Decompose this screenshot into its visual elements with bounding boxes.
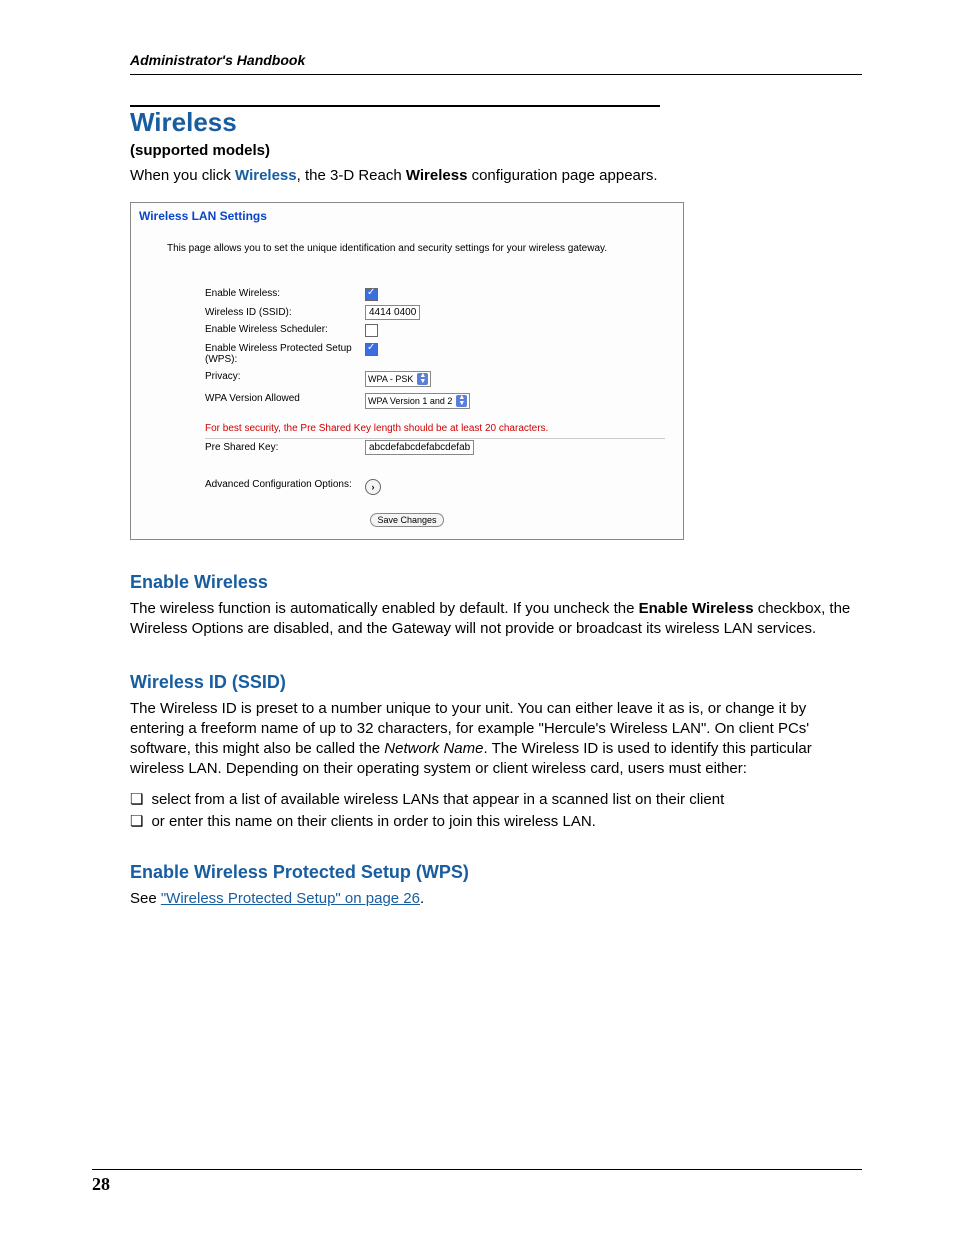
ssid-paragraph: The Wireless ID is preset to a number un… xyxy=(130,699,862,780)
header-rule xyxy=(130,74,862,75)
running-header: Administrator's Handbook xyxy=(130,52,862,68)
enable-wireless-checkbox[interactable] xyxy=(365,288,378,301)
page-subtitle: (supported models) xyxy=(130,142,862,159)
dropdown-arrows-icon: ▲▼ xyxy=(417,373,428,385)
scheduler-checkbox[interactable] xyxy=(365,324,378,337)
list-item: or enter this name on their clients in o… xyxy=(130,812,862,830)
wps-see-pre: See xyxy=(130,890,161,907)
ssid-bullet-list: select from a list of available wireless… xyxy=(130,790,862,830)
wireless-link[interactable]: Wireless xyxy=(235,167,297,184)
wps-see-link[interactable]: "Wireless Protected Setup" on page 26 xyxy=(161,890,420,907)
ssid-input[interactable]: 4414 0400 xyxy=(365,305,420,320)
settings-panel: Wireless LAN Settings This page allows y… xyxy=(130,202,684,540)
panel-description: This page allows you to set the unique i… xyxy=(131,243,683,254)
page-number: 28 xyxy=(92,1174,862,1195)
wpa-version-value: WPA Version 1 and 2 xyxy=(368,396,452,406)
ssid-label: Wireless ID (SSID): xyxy=(205,307,365,318)
enable-wireless-text: The wireless function is automatically e… xyxy=(130,599,862,640)
privacy-select[interactable]: WPA - PSK ▲▼ xyxy=(365,371,431,387)
wps-text: See "Wireless Protected Setup" on page 2… xyxy=(130,889,862,909)
advanced-expand-icon[interactable]: › xyxy=(365,479,381,495)
wps-heading: Enable Wireless Protected Setup (WPS) xyxy=(130,862,862,883)
dropdown-arrows-icon: ▲▼ xyxy=(456,395,467,407)
psk-input[interactable]: abcdefabcdefabcdefab xyxy=(365,440,474,455)
wpa-version-label: WPA Version Allowed xyxy=(205,393,365,404)
fields-container: Enable Wireless: Wireless ID (SSID): 441… xyxy=(205,288,665,495)
ssid-p1-italic: Network Name xyxy=(384,740,483,757)
list-item: select from a list of available wireless… xyxy=(130,790,862,808)
wpa-version-select[interactable]: WPA Version 1 and 2 ▲▼ xyxy=(365,393,470,409)
advanced-label: Advanced Configuration Options: xyxy=(205,479,365,490)
psk-warning: For best security, the Pre Shared Key le… xyxy=(205,423,665,434)
save-button[interactable]: Save Changes xyxy=(370,513,443,527)
ew-text-pre: The wireless function is automatically e… xyxy=(130,600,639,617)
ssid-heading: Wireless ID (SSID) xyxy=(130,672,862,693)
intro-pre: When you click xyxy=(130,167,235,184)
privacy-value: WPA - PSK xyxy=(368,374,413,384)
wps-see-post: . xyxy=(420,890,424,907)
privacy-label: Privacy: xyxy=(205,371,365,382)
page-title: Wireless xyxy=(130,107,862,138)
psk-label: Pre Shared Key: xyxy=(205,442,365,453)
scheduler-label: Enable Wireless Scheduler: xyxy=(205,324,365,335)
enable-wireless-label: Enable Wireless: xyxy=(205,288,365,299)
wps-label: Enable Wireless Protected Setup (WPS): xyxy=(205,343,365,365)
intro-mid: , the 3-D Reach xyxy=(297,167,406,184)
intro-paragraph: When you click Wireless, the 3-D Reach W… xyxy=(130,167,862,184)
ew-text-bold: Enable Wireless xyxy=(639,600,754,617)
intro-post: configuration page appears. xyxy=(467,167,657,184)
panel-title: Wireless LAN Settings xyxy=(131,209,683,223)
enable-wireless-heading: Enable Wireless xyxy=(130,572,862,593)
footer-rule xyxy=(92,1169,862,1170)
wps-checkbox[interactable] xyxy=(365,343,378,356)
intro-bold: Wireless xyxy=(406,167,468,184)
